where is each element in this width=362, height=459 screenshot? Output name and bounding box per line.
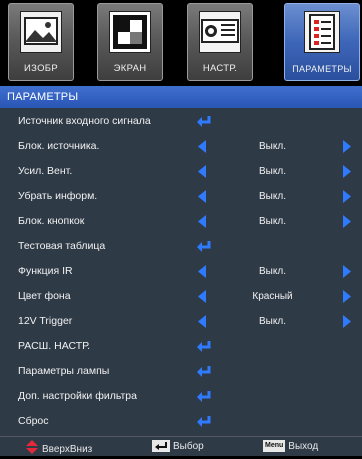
menu-item-filter-settings[interactable]: Доп. настройки фильтра (0, 385, 362, 409)
arrow-right-icon[interactable] (343, 190, 351, 206)
menu-item-label: Блок. кнопкок (18, 215, 85, 227)
menu-item-keypad-lock[interactable]: Блок. кнопкок Выкл. (0, 210, 362, 234)
menu-item-label: РАСШ. НАСТР. (18, 340, 91, 352)
select-hint-label: Выбор (173, 441, 204, 452)
arrow-left-icon[interactable] (198, 315, 206, 331)
enter-icon (196, 115, 212, 132)
menu-item-value: Красный (252, 291, 293, 302)
menu-item-ir-function[interactable]: Функция IR Выкл. (0, 260, 362, 284)
menu-item-background-color[interactable]: Цвет фона Красный (0, 285, 362, 309)
tab-options[interactable]: ПАРАМЕТРЫ (284, 3, 360, 81)
tab-label: ПАРАМЕТРЫ (292, 64, 352, 74)
menu-item-value: Выкл. (259, 166, 286, 177)
menu-item-test-pattern[interactable]: Тестовая таблица (0, 235, 362, 259)
arrow-right-icon[interactable] (343, 165, 351, 181)
menu-item-value: Выкл. (259, 316, 286, 327)
arrow-left-icon[interactable] (198, 265, 206, 281)
tab-picture[interactable]: ИЗОБР (8, 3, 74, 81)
picture-icon (20, 11, 62, 53)
enter-icon (196, 415, 212, 432)
menu-item-label: 12V Trigger (18, 315, 73, 327)
options-icon (304, 11, 340, 53)
menu-item-value: Выкл. (259, 216, 286, 227)
menu-item-label: Источник входного сигнала (18, 115, 151, 127)
menu-item-advanced[interactable]: РАСШ. НАСТР. (0, 335, 362, 359)
menu-item-label: Усил. Вент. (18, 165, 73, 177)
enter-icon (196, 390, 212, 407)
tab-label: НАСТР. (202, 63, 238, 74)
arrow-right-icon[interactable] (343, 265, 351, 281)
menu-item-label: Доп. настройки фильтра (18, 390, 137, 402)
menu-item-input-source[interactable]: Источник входного сигнала (0, 110, 362, 134)
menu-item-label: Сброс (18, 415, 49, 427)
menu-item-lamp-settings[interactable]: Параметры лампы (0, 360, 362, 384)
menu-item-fan-boost[interactable]: Усил. Вент. Выкл. (0, 160, 362, 184)
arrow-left-icon[interactable] (198, 140, 206, 156)
setup-icon (199, 11, 241, 53)
menu-item-label: Тестовая таблица (18, 240, 106, 252)
menu-item-label: Цвет фона (18, 290, 71, 302)
up-down-arrow-icon (26, 440, 38, 459)
select-hint: Выбор (152, 440, 204, 454)
arrow-right-icon[interactable] (343, 140, 351, 156)
exit-hint-label: Выход (288, 441, 319, 452)
arrow-left-icon[interactable] (198, 165, 206, 181)
nav-hint: ВверхВниз (26, 440, 92, 459)
menu-item-label: Функция IR (18, 265, 73, 277)
page-title: ПАРАМЕТРЫ (0, 86, 362, 108)
tab-screen[interactable]: ЭКРАН (97, 3, 163, 81)
menu-item-label: Параметры лампы (18, 365, 110, 377)
exit-hint: Menu Выход (263, 440, 318, 454)
arrow-right-icon[interactable] (343, 315, 351, 331)
menu-key-icon: Menu (263, 440, 286, 453)
menu-item-source-lock[interactable]: Блок. источника. Выкл. (0, 135, 362, 159)
tab-label: ИЗОБР (24, 63, 58, 74)
footer-hints: ВверхВниз Выбор Menu Выход (0, 436, 362, 456)
projector-osd: ИЗОБР ЭКРАН НАСТР. ПАРАМЕТРЫ ПАРАМЕТРЫ И… (0, 0, 362, 456)
menu-item-label: Убрать информ. (18, 190, 98, 202)
enter-icon (196, 340, 212, 357)
arrow-right-icon[interactable] (343, 215, 351, 231)
menu-item-reset[interactable]: Сброс (0, 410, 362, 434)
enter-icon (196, 365, 212, 382)
menu-item-label: Блок. источника. (18, 140, 100, 152)
arrow-right-icon[interactable] (343, 290, 351, 306)
nav-hint-label: ВверхВниз (42, 444, 93, 456)
enter-icon (196, 240, 212, 257)
menu-item-12v-trigger[interactable]: 12V Trigger Выкл. (0, 310, 362, 334)
menu-item-value: Выкл. (259, 266, 286, 277)
arrow-left-icon[interactable] (198, 290, 206, 306)
menu-item-hide-info[interactable]: Убрать информ. Выкл. (0, 185, 362, 209)
options-menu: Источник входного сигнала Блок. источник… (0, 108, 362, 436)
tab-bar: ИЗОБР ЭКРАН НАСТР. ПАРАМЕТРЫ (0, 0, 362, 85)
menu-item-value: Выкл. (259, 141, 286, 152)
arrow-left-icon[interactable] (198, 190, 206, 206)
menu-item-value: Выкл. (259, 191, 286, 202)
screen-icon (109, 11, 151, 53)
tab-label: ЭКРАН (113, 63, 147, 74)
tab-setup[interactable]: НАСТР. (187, 3, 253, 81)
arrow-left-icon[interactable] (198, 215, 206, 231)
enter-key-icon (152, 440, 170, 453)
